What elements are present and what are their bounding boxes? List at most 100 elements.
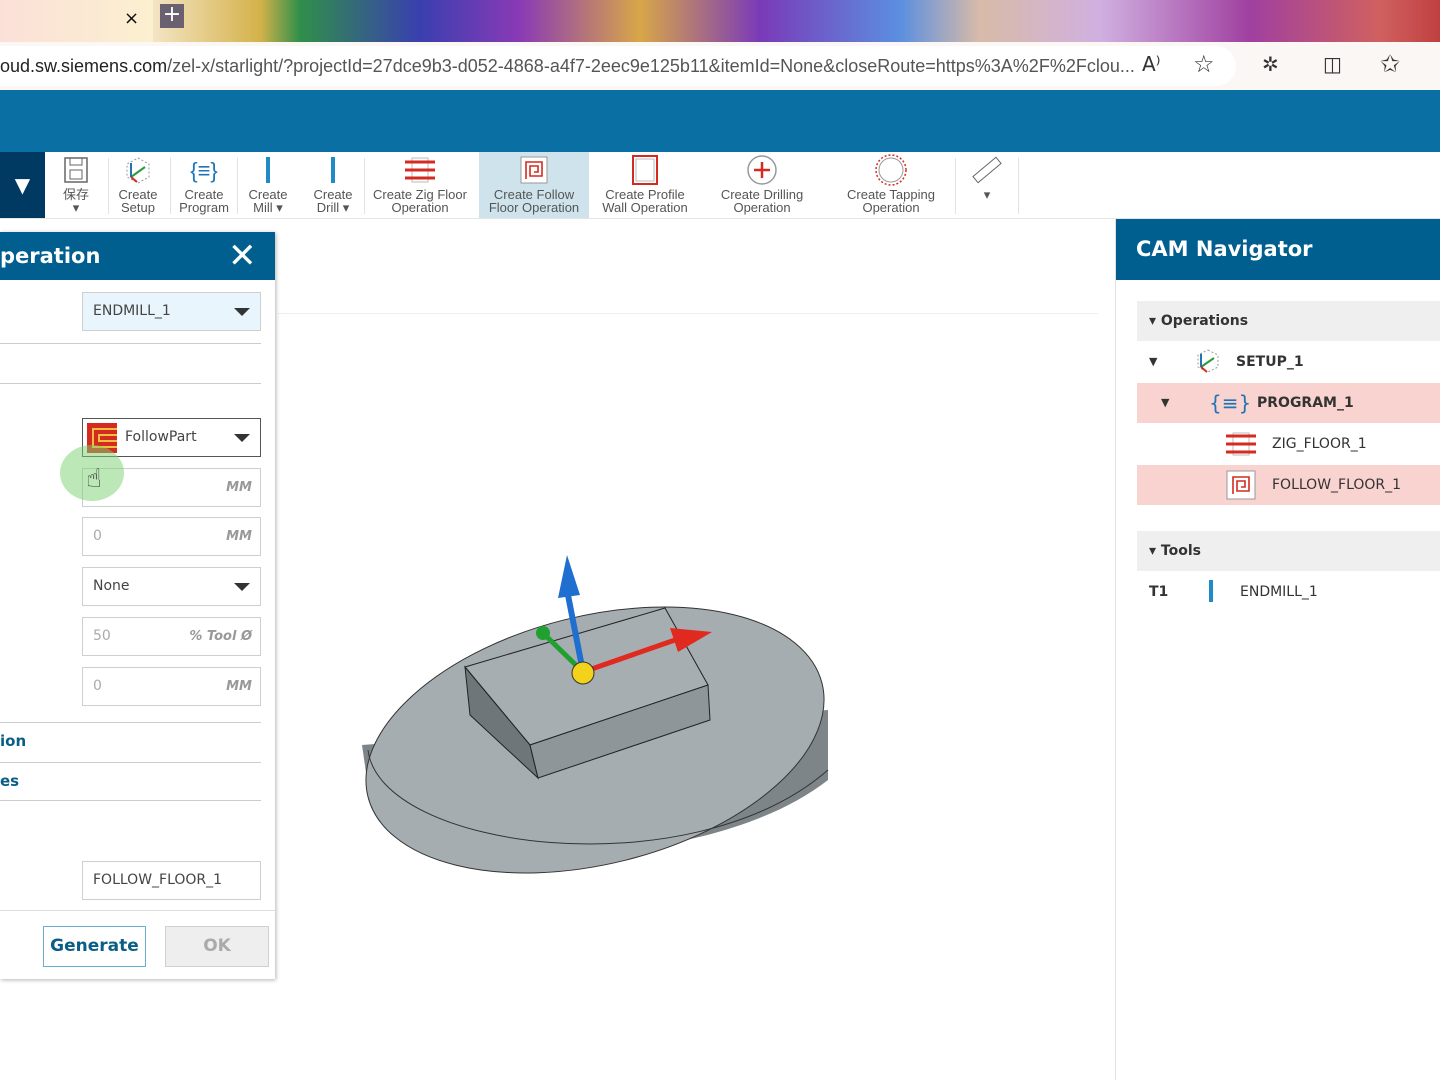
close-icon[interactable]: ✕ — [228, 238, 257, 274]
operation-name-input[interactable]: FOLLOW_FLOOR_1 — [82, 861, 261, 900]
tree-item-program[interactable]: ▼ {≡} PROGRAM_1 — [1137, 383, 1440, 423]
divider — [0, 800, 261, 801]
create-program-button[interactable]: {≡} Create Program — [174, 152, 234, 218]
create-setup-button[interactable]: Create Setup — [112, 152, 164, 218]
label: ZIG_FLOOR_1 — [1272, 436, 1367, 452]
browser-tab-strip — [0, 0, 1440, 42]
program-braces-icon: {≡} — [190, 157, 218, 183]
pattern-value: FollowPart — [125, 429, 197, 445]
favorite-star-icon[interactable]: ☆ — [1193, 50, 1215, 78]
tree-item-follow-floor[interactable]: FOLLOW_FLOOR_1 — [1137, 465, 1440, 505]
label: Mill ▾ — [253, 200, 283, 215]
label: Wall Operation — [602, 200, 688, 215]
divider — [237, 158, 238, 214]
section-header[interactable]: ion — [0, 732, 26, 750]
expand-icon: ▼ — [1161, 396, 1170, 409]
tool-select[interactable]: ENDMILL_1 — [82, 292, 261, 331]
tapping-icon — [840, 152, 942, 188]
tool-number: T1 — [1149, 584, 1169, 600]
create-zig-floor-button[interactable]: Create Zig Floor Operation — [370, 152, 470, 218]
hand-cursor-icon: ☝ — [86, 464, 102, 494]
app-header — [0, 90, 1440, 152]
new-tab-button[interactable]: + — [160, 4, 184, 28]
create-tapping-button[interactable]: Create Tapping Operation — [840, 152, 942, 218]
url-input[interactable]: oud.sw.siemens.com/zel-x/starlight/?proj… — [0, 46, 1236, 86]
chevron-down-icon: ▾ — [72, 200, 80, 215]
tool-percent-input[interactable]: 50 % Tool Ø — [82, 617, 261, 656]
drill-icon — [308, 152, 358, 188]
divider — [108, 158, 109, 214]
value: None — [93, 578, 130, 594]
create-mill-button[interactable]: Create Mill ▾ — [244, 152, 292, 218]
save-button[interactable]: 保存 ▾ — [55, 152, 97, 218]
split-screen-icon[interactable]: ◫ — [1323, 52, 1342, 76]
zig-floor-icon — [370, 152, 470, 188]
favorites-icon[interactable]: ✩ — [1380, 50, 1400, 78]
menu-dropdown-button[interactable]: ▼ — [0, 152, 45, 218]
tab-close-icon[interactable]: × — [124, 8, 139, 29]
navigator-title: CAM Navigator — [1116, 219, 1440, 280]
option-select[interactable]: None — [82, 567, 261, 606]
chevron-down-icon — [234, 583, 250, 591]
label: FOLLOW_FLOOR_1 — [1272, 477, 1402, 493]
3d-part-model[interactable] — [340, 540, 850, 880]
expand-icon: ▼ — [1149, 355, 1158, 368]
depth-input[interactable]: 0 MM — [82, 517, 261, 556]
divider — [0, 722, 261, 723]
divider — [0, 343, 261, 344]
label: PROGRAM_1 — [1257, 395, 1354, 411]
read-aloud-icon[interactable]: A⁾ — [1142, 52, 1161, 76]
section-header[interactable]: es — [0, 772, 19, 790]
label: Operation — [862, 200, 920, 215]
label: ENDMILL_1 — [1240, 584, 1318, 600]
zig-floor-icon — [1226, 432, 1256, 456]
tree-item-setup[interactable]: ▼ SETUP_1 — [1137, 342, 1440, 382]
create-profile-wall-button[interactable]: Create Profile Wall Operation — [596, 152, 694, 218]
divider — [0, 910, 275, 911]
unit-label: MM — [226, 480, 252, 495]
save-icon — [55, 152, 97, 188]
endmill-icon — [1209, 580, 1213, 602]
chevron-down-icon — [234, 308, 250, 316]
divider — [170, 158, 171, 214]
ok-button[interactable]: OK — [165, 926, 269, 967]
label: Operation — [391, 200, 449, 215]
follow-floor-icon — [479, 152, 589, 188]
chevron-down-icon: ▾ — [983, 187, 991, 202]
divider — [364, 158, 365, 214]
create-follow-floor-button[interactable]: Create Follow Floor Operation — [479, 152, 589, 218]
tools-section[interactable]: ▾ Tools — [1137, 531, 1440, 571]
label: Floor Operation — [488, 200, 580, 215]
setup-icon — [112, 152, 164, 188]
unit-label: % Tool Ø — [189, 629, 252, 644]
label: Drill ▾ — [316, 200, 350, 215]
unit-label: MM — [226, 529, 252, 544]
label: Setup — [121, 200, 155, 215]
label: Program — [179, 200, 229, 215]
url-path: /zel-x/starlight/?projectId=27dce9b3-d05… — [167, 56, 1135, 76]
stock-input[interactable]: 0 MM — [82, 667, 261, 706]
setup-icon — [1197, 349, 1219, 373]
divider — [1018, 158, 1019, 214]
value: 50 — [93, 628, 111, 644]
endmill-icon — [244, 152, 292, 188]
extensions-icon[interactable]: ✲ — [1262, 52, 1279, 76]
unit-label: MM — [226, 679, 252, 694]
create-drill-button[interactable]: Create Drill ▾ — [308, 152, 358, 218]
value: 0 — [93, 528, 102, 544]
generate-button[interactable]: Generate — [43, 926, 146, 967]
operations-section[interactable]: ▾ Operations — [1137, 301, 1440, 341]
measure-button[interactable]: ▾ — [962, 152, 1012, 218]
divider — [0, 762, 261, 763]
url-domain: oud.sw.siemens.com — [0, 56, 168, 76]
divider — [955, 158, 956, 214]
value: 0 — [93, 678, 102, 694]
viewport-divider — [278, 313, 1098, 314]
tree-item-zig-floor[interactable]: ZIG_FLOOR_1 — [1137, 424, 1440, 464]
tool-value: ENDMILL_1 — [93, 303, 171, 319]
tree-item-tool[interactable]: T1 ENDMILL_1 — [1137, 572, 1440, 612]
drilling-icon — [712, 152, 812, 188]
label: SETUP_1 — [1236, 354, 1304, 370]
create-drilling-button[interactable]: Create Drilling Operation — [712, 152, 812, 218]
value: FOLLOW_FLOOR_1 — [93, 872, 223, 888]
